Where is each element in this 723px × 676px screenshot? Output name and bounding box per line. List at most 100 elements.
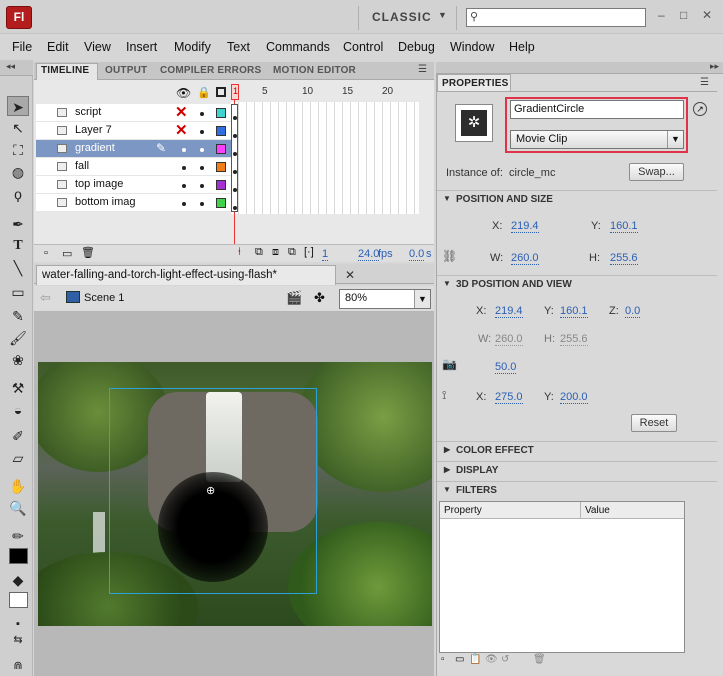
swap-button[interactable]: Swap... [629, 163, 684, 181]
panel-menu-icon[interactable]: ☰ [418, 64, 427, 75]
lock-dot[interactable] [200, 148, 204, 152]
scene-name[interactable]: Scene 1 [84, 292, 124, 304]
menu-text[interactable]: Text [227, 40, 250, 54]
center-frame-icon[interactable]: ⍿ [238, 246, 241, 259]
text-tool-icon[interactable]: T [7, 236, 29, 256]
layer-color-swatch[interactable] [216, 162, 226, 172]
chevron-down-icon[interactable]: ▼ [414, 290, 430, 308]
close-tab-icon[interactable]: ✕ [345, 268, 355, 282]
menu-debug[interactable]: Debug [398, 40, 435, 54]
fps-value[interactable]: 24.0 [358, 248, 380, 261]
hidden-x-icon[interactable]: ✕ [175, 105, 188, 120]
layer-row-selected[interactable]: gradient ✎ [36, 140, 231, 158]
current-frame-value[interactable]: 1 [322, 248, 329, 261]
hidden-x-icon[interactable]: ✕ [175, 123, 188, 138]
zoom-select[interactable]: 80% ▼ [339, 289, 431, 309]
visibility-dot[interactable] [182, 148, 186, 152]
edit-multiple-frames-icon[interactable]: ⧉ [288, 246, 296, 259]
hand-tool-icon[interactable]: ✋ [7, 476, 29, 496]
panel-menu-icon[interactable]: ☰ [700, 77, 709, 88]
back-arrow-icon[interactable]: ⇦ [40, 290, 51, 306]
filters-table[interactable]: Property Value [439, 501, 685, 653]
section-display[interactable]: ▶ DISPLAY [437, 461, 717, 479]
rectangle-tool-icon[interactable]: ▭ [7, 282, 29, 302]
new-folder-icon[interactable]: ▭ [62, 247, 72, 260]
collapse-icon[interactable]: ◂◂ [6, 61, 15, 72]
section-color-effect[interactable]: ▶ COLOR EFFECT [437, 441, 717, 459]
layer-color-swatch[interactable] [216, 180, 226, 190]
menu-view[interactable]: View [84, 40, 111, 54]
y-value[interactable]: 160.1 [610, 220, 638, 233]
frame-grid[interactable] [231, 102, 419, 214]
layer-color-swatch[interactable] [216, 144, 226, 154]
paint-bucket-tool-icon[interactable]: ◒ [7, 400, 29, 420]
swap-colors-icon[interactable]: ⇆ [7, 630, 29, 650]
menu-modify[interactable]: Modify [174, 40, 211, 54]
section-filters[interactable]: ▼ FILTERS [437, 481, 717, 499]
onion-skin-icon[interactable]: ⧉ [255, 246, 263, 259]
reset-button[interactable]: Reset [631, 414, 677, 432]
symbol-type-select[interactable]: Movie Clip ▼ [510, 130, 684, 149]
w-value[interactable]: 260.0 [511, 252, 539, 265]
snap-to-objects-icon[interactable]: ⋒ [7, 656, 29, 676]
collapse-arrow-icon[interactable]: ▼ [443, 279, 451, 288]
stroke-color-swatch[interactable] [9, 548, 28, 564]
reset-filter-icon[interactable]: ↺ [501, 654, 509, 665]
layer-row[interactable]: fall [36, 158, 231, 176]
layer-color-swatch[interactable] [216, 198, 226, 208]
arrow-link-icon[interactable]: ↗ [693, 102, 707, 116]
layer-color-swatch[interactable] [216, 108, 226, 118]
vanishing-y-value[interactable]: 200.0 [560, 391, 588, 404]
presets-icon[interactable]: ▭ [455, 654, 464, 665]
delete-filter-icon[interactable]: 🗑 [533, 654, 546, 665]
tab-compiler-errors[interactable]: COMPILER ERRORS [160, 65, 261, 80]
pen-tool-icon[interactable]: ✒ [7, 214, 29, 234]
close-button[interactable]: ✕ [702, 8, 712, 22]
onion-outline-icon[interactable]: ⧈ [272, 246, 279, 259]
modify-markers-icon[interactable]: [·] [304, 246, 314, 258]
visibility-dot[interactable] [182, 184, 186, 188]
layer-color-swatch[interactable] [216, 126, 226, 136]
layer-row[interactable]: top image [36, 176, 231, 194]
keyframe-column[interactable] [231, 104, 238, 212]
stroke-color-icon[interactable]: ✏ [7, 526, 29, 546]
link-icon[interactable]: ⛓ [442, 249, 457, 263]
tab-timeline[interactable]: TIMELINE [41, 65, 89, 80]
menu-file[interactable]: File [12, 40, 32, 54]
collapse-icon[interactable]: ▸▸ [710, 61, 719, 72]
3d-x-value[interactable]: 219.4 [495, 305, 523, 318]
keyframe-icon[interactable] [233, 152, 237, 156]
menu-window[interactable]: Window [450, 40, 494, 54]
menu-help[interactable]: Help [509, 40, 535, 54]
workspace-switcher[interactable]: CLASSIC [372, 10, 432, 24]
zoom-tool-icon[interactable]: 🔍 [7, 498, 29, 518]
eyedropper-tool-icon[interactable]: ✐ [7, 426, 29, 446]
section-3d-position[interactable]: ▼ 3D POSITION AND VIEW [437, 275, 717, 293]
line-tool-icon[interactable]: ╲ [7, 258, 29, 278]
chevron-down-icon[interactable]: ▼ [667, 131, 683, 148]
lock-dot[interactable] [200, 112, 204, 116]
help-search-input[interactable]: ⚲ [466, 8, 646, 27]
free-transform-tool-icon[interactable]: ⛶ [7, 140, 29, 160]
maximize-button[interactable]: □ [680, 8, 687, 22]
collapse-arrow-icon[interactable]: ▼ [443, 194, 451, 203]
menu-insert[interactable]: Insert [126, 40, 157, 54]
expand-arrow-icon[interactable]: ▶ [444, 465, 450, 474]
deco-tool-icon[interactable]: ❀ [7, 350, 29, 370]
lock-dot[interactable] [200, 202, 204, 206]
visibility-dot[interactable] [182, 202, 186, 206]
brush-tool-icon[interactable]: 🖌 [7, 328, 29, 348]
clipboard-icon[interactable]: 📋 [469, 654, 481, 665]
chevron-down-icon[interactable]: ▼ [438, 10, 447, 20]
vanishing-x-value[interactable]: 275.0 [495, 391, 523, 404]
3d-rotation-tool-icon[interactable]: ◍ [7, 162, 29, 182]
eraser-tool-icon[interactable]: ▱ [7, 448, 29, 468]
layer-row[interactable]: Layer 7 ✕ [36, 122, 231, 140]
expand-arrow-icon[interactable]: ▶ [444, 445, 450, 454]
edit-scene-icon[interactable]: 🎬 [286, 290, 302, 306]
instance-name-input[interactable]: GradientCircle [510, 100, 684, 119]
collapse-arrow-icon[interactable]: ▼ [443, 485, 451, 494]
tab-output[interactable]: OUTPUT [105, 65, 147, 80]
menu-commands[interactable]: Commands [266, 40, 330, 54]
new-layer-icon[interactable]: ▫ [44, 247, 48, 259]
